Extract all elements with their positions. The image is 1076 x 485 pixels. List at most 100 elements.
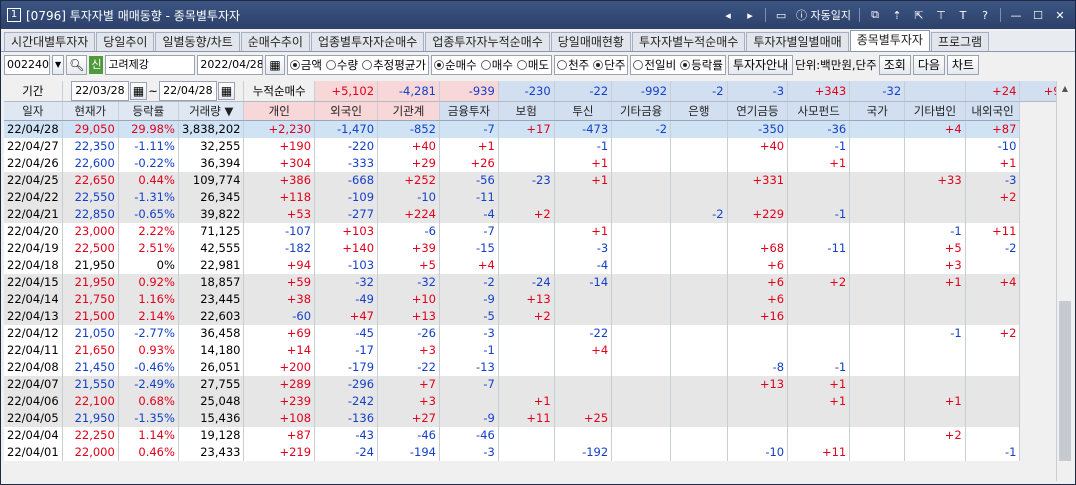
radio-sell[interactable]: 매도: [516, 57, 549, 73]
query-button[interactable]: 조회: [878, 55, 911, 75]
pin-icon[interactable]: ⇡: [890, 8, 904, 22]
table-row[interactable]: 22/04/04 22,250 1.14% 19,128 +87 -43 -46 -46 +2: [4, 426, 1072, 444]
to-date-input[interactable]: 22/04/28: [158, 81, 217, 101]
date-input[interactable]: 2022/04/28: [197, 55, 264, 75]
table-row[interactable]: 22/04/05 21,950 -1.35% 15,436 +108 -136 +27 -9 +…: [4, 409, 1072, 427]
tab-4[interactable]: 업종별투자자순매수: [310, 32, 425, 51]
stock-code-input[interactable]: 002240: [4, 55, 50, 75]
tab-10[interactable]: 프로그램: [930, 32, 990, 51]
table-row[interactable]: 22/04/27 22,350 -1.11% 32,255 +190 -220 +40 +1-…: [4, 137, 1072, 155]
tab-1[interactable]: 당일추이: [96, 32, 155, 51]
tab-6[interactable]: 당일매매현황: [550, 32, 631, 51]
table-row[interactable]: 22/04/12 21,050 -2.77% 36,458 +69 -45 -26 -3 -22…: [4, 324, 1072, 342]
table-row[interactable]: 22/04/08 21,450 -0.46% 26,051 +200 -179 -22 -13…: [4, 358, 1072, 376]
cell-국가: [849, 290, 906, 308]
col-header-1[interactable]: 현재가: [62, 101, 119, 121]
col-header-8[interactable]: 보험: [498, 101, 555, 121]
scroll-thumb[interactable]: [1059, 301, 1071, 461]
radio-buy[interactable]: 매수: [480, 57, 513, 73]
maximize-icon[interactable]: ☐: [1031, 8, 1045, 22]
col-header-3[interactable]: 거래량 ▼: [178, 101, 245, 121]
table-row[interactable]: 22/04/11 21,650 0.93% 14,180 +14 -17 +3 -1 +4: [4, 341, 1072, 359]
cum-net-buy-label: 누적순매수: [243, 81, 316, 102]
from-date-input[interactable]: 22/03/28: [70, 81, 129, 101]
cell-기타금융: [611, 358, 672, 376]
next-button[interactable]: 다음: [912, 55, 945, 75]
scroll-left-icon[interactable]: ◂: [721, 8, 735, 22]
col-header-0[interactable]: 일자: [4, 101, 63, 121]
table-row[interactable]: 22/04/21 22,850 -0.65% 39,822 +53 -277 +224 -4 +…: [4, 205, 1072, 223]
link-icon[interactable]: ⧉: [868, 8, 882, 22]
tab-0[interactable]: 시간대별투자자: [4, 32, 96, 51]
table-row[interactable]: 22/04/07 21,550 -2.49% 27,755 +289 -296 +7 -7 +1…: [4, 375, 1072, 393]
table-row[interactable]: 22/04/20 23,000 2.22% 71,125 -107 +103 -6 -7 +1 -…: [4, 222, 1072, 240]
tab-3[interactable]: 순매수추이: [240, 32, 310, 51]
from-calendar-icon[interactable]: ▦: [129, 82, 148, 100]
fix-icon[interactable]: ⊤: [934, 8, 948, 22]
to-calendar-icon[interactable]: ▦: [217, 82, 236, 100]
col-header-16[interactable]: 내외국인: [965, 101, 1021, 121]
cell-보험: [498, 443, 555, 461]
table-row[interactable]: 22/04/14 21,750 1.16% 23,445 +38 -49 +10 -9 +13 +…: [4, 290, 1072, 308]
help-icon[interactable]: ?: [978, 8, 992, 22]
tab-8[interactable]: 투자자별일별매매: [746, 32, 849, 51]
table-row[interactable]: 22/04/26 22,600 -0.22% 36,394 +304 -333 +29 +26…: [4, 154, 1072, 172]
table-row[interactable]: 22/04/06 22,100 0.68% 25,048 +239 -242 +3 +1 +1 +…: [4, 392, 1072, 410]
export-icon[interactable]: ⇱: [912, 8, 926, 22]
table-row[interactable]: 22/04/01 22,000 0.46% 23,433 +219 -24 -194 -3 -1…: [4, 443, 1072, 461]
col-header-6[interactable]: 기관계: [377, 101, 440, 121]
close-icon[interactable]: ✕: [1053, 8, 1067, 22]
col-header-13[interactable]: 사모펀드: [787, 101, 851, 121]
cell-개인: +38: [243, 290, 316, 308]
table-row[interactable]: 22/04/25 22,650 0.44% 109,774 +386 -668 +252 -5…: [4, 171, 1072, 189]
cell-개인: +239: [243, 392, 316, 410]
col-header-10[interactable]: 기타금융: [611, 101, 672, 121]
col-header-14[interactable]: 국가: [849, 101, 906, 121]
calendar-icon[interactable]: ▦: [265, 55, 285, 75]
vertical-scrollbar[interactable]: ▲: [1056, 81, 1072, 481]
radio-quantity[interactable]: 수량: [325, 57, 358, 73]
cell-국가: [849, 307, 906, 325]
radio-net-buy[interactable]: 순매수: [433, 57, 477, 73]
col-header-12[interactable]: 연기금등: [727, 101, 789, 121]
cell-기관계: +5: [377, 256, 440, 274]
table-row[interactable]: 22/04/15 21,950 0.92% 18,857 +59 -32 -32 -2 -24-…: [4, 273, 1072, 291]
minimize-icon[interactable]: —: [1009, 8, 1023, 22]
auto-log-icon[interactable]: ⓘ 자동일지: [796, 8, 851, 22]
col-header-4[interactable]: 개인: [243, 101, 316, 121]
radio-avg-price[interactable]: 추정평균가: [362, 57, 426, 73]
cell-투신: [554, 290, 613, 308]
table-row[interactable]: 22/04/19 22,500 2.51% 42,555 -182 +140 +39 -15 -…: [4, 239, 1072, 257]
scroll-right-icon[interactable]: ▸: [743, 8, 757, 22]
table-row[interactable]: 22/04/22 22,550 -1.31% 26,345 +118 -109 -10 -11…: [4, 188, 1072, 206]
table-row[interactable]: 22/04/18 21,950 0% 22,981 +94 -103 +5 +4 -4 +6 +3: [4, 256, 1072, 274]
radio-single-shares[interactable]: 단주: [593, 57, 625, 73]
font-icon[interactable]: T: [956, 8, 970, 22]
table-row[interactable]: 22/04/13 21,500 2.14% 22,603 -60 +47 +13 -5 +2 +1…: [4, 307, 1072, 325]
table-row[interactable]: 22/04/28 29,050 29.98% 3,838,202 +2,230 -1,47…: [4, 120, 1072, 138]
cell-보험: [498, 324, 555, 342]
radio-change-rate[interactable]: 등락률: [680, 57, 723, 73]
cell-내외국인: +4: [965, 273, 1021, 291]
tab-7[interactable]: 투자자별누적순매수: [631, 32, 746, 51]
scroll-up-icon[interactable]: ▲: [1057, 81, 1073, 97]
tab-9[interactable]: 종목별투자자: [849, 30, 930, 51]
tab-5[interactable]: 업종투자자누적순매수: [425, 32, 550, 51]
col-header-15[interactable]: 기타법인: [904, 101, 966, 121]
cell-외국인: -220: [314, 137, 379, 155]
radio-amount[interactable]: 금액: [289, 57, 322, 73]
code-dropdown-icon[interactable]: ▼: [52, 55, 65, 75]
title-bar[interactable]: 1 [0796] 투자자별 매매동향 - 종목별투자자 ◂ ▸ ▭ ⓘ 자동일지…: [1, 1, 1075, 29]
col-header-9[interactable]: 투신: [554, 101, 613, 121]
col-header-5[interactable]: 외국인: [314, 101, 379, 121]
investor-guide-button[interactable]: 투자자안내: [727, 55, 794, 75]
radio-prev-day[interactable]: 전일비: [633, 57, 676, 73]
search-icon[interactable]: 🔍︎: [66, 55, 88, 75]
chart-button[interactable]: 차트: [946, 55, 979, 75]
tab-2[interactable]: 일별동향/차트: [155, 32, 240, 51]
col-header-7[interactable]: 금융투자: [439, 101, 499, 121]
radio-thousand-shares[interactable]: 천주: [557, 57, 589, 73]
col-header-2[interactable]: 등락률: [118, 101, 179, 121]
col-header-11[interactable]: 은행: [670, 101, 728, 121]
memo-icon[interactable]: ▭: [774, 8, 788, 22]
